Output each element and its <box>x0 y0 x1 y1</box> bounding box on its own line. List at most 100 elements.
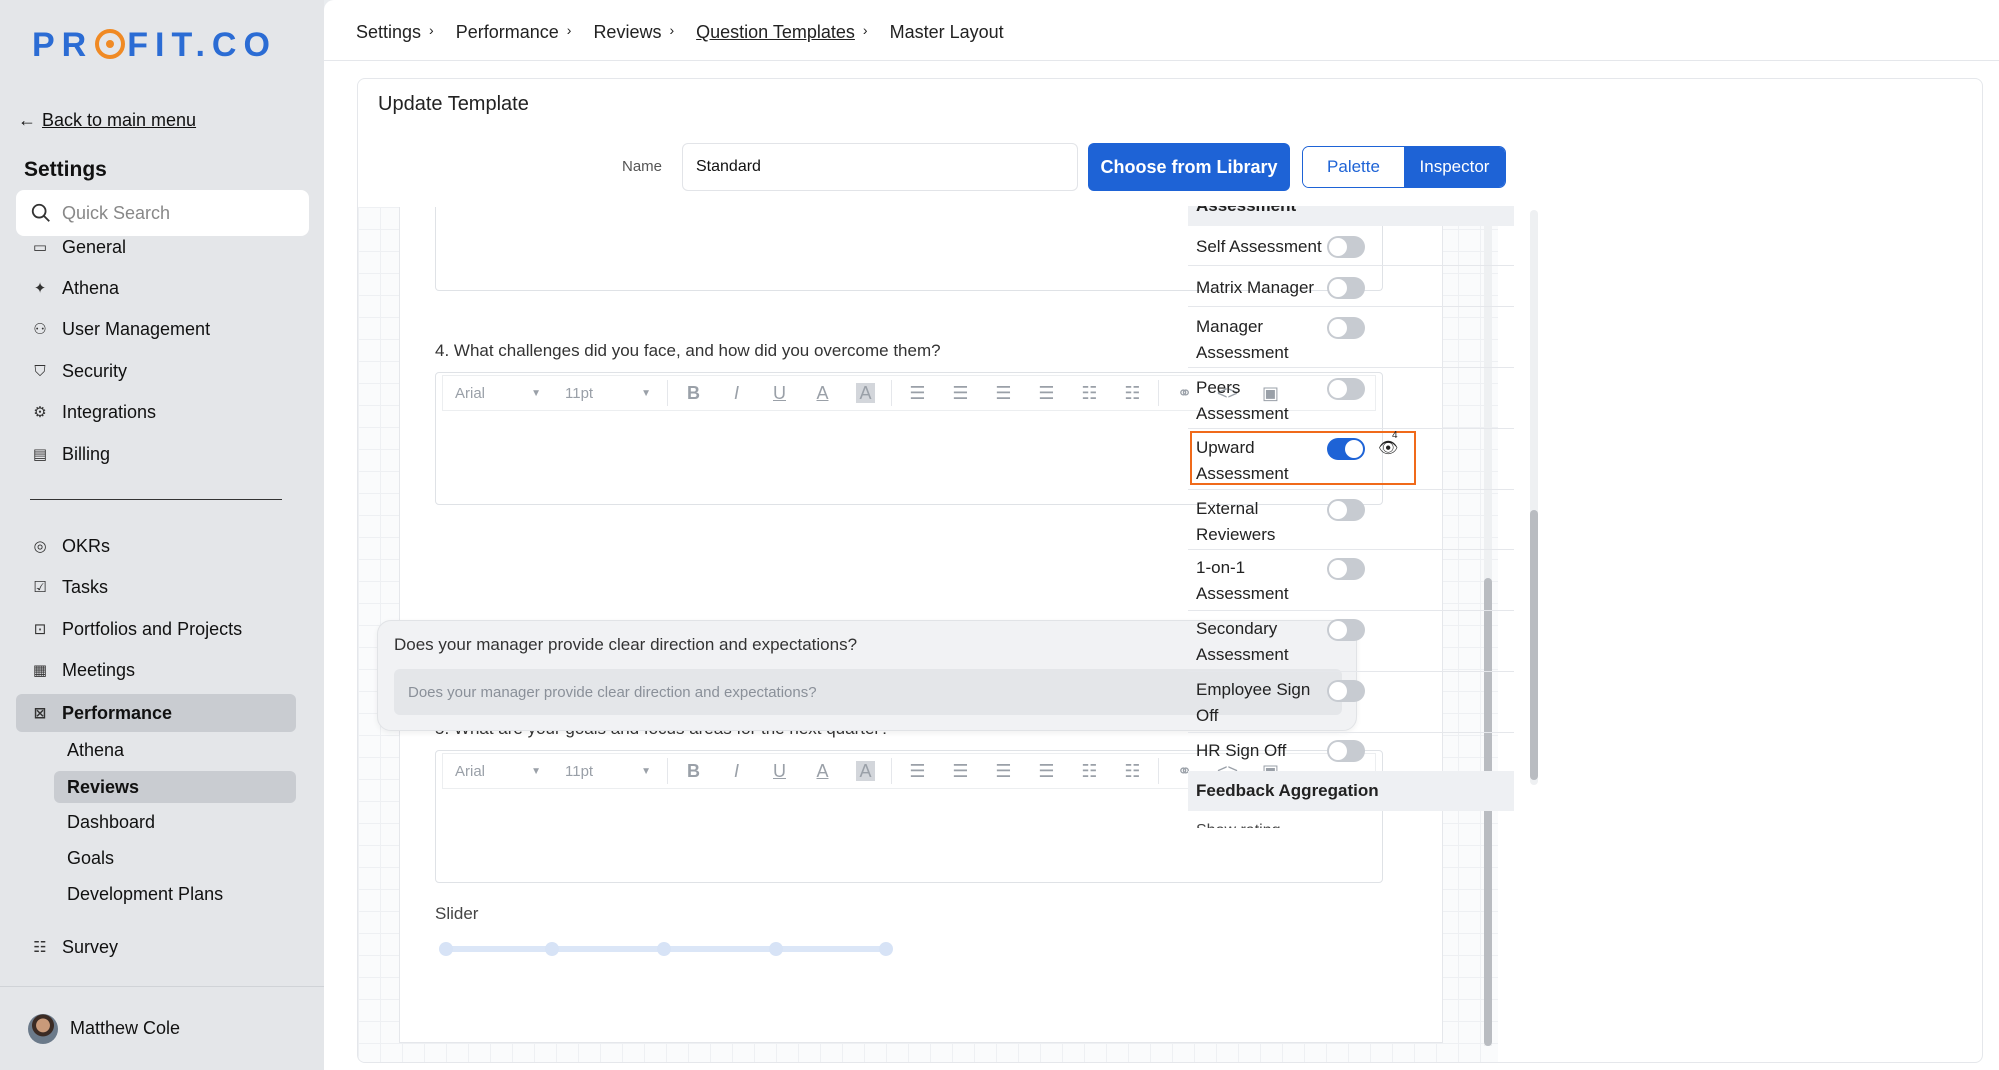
sidebar-item-survey[interactable]: ☷ Survey <box>16 928 296 966</box>
font-family-select[interactable]: Arial ▼ <box>443 385 553 402</box>
slider-step[interactable] <box>879 942 893 956</box>
align-center-icon[interactable]: ☰ <box>939 383 982 404</box>
align-left-icon[interactable]: ☰ <box>896 761 939 782</box>
sidebar-item-user-management[interactable]: ⚇ User Management <box>16 310 296 348</box>
toggle-row-1-on-1-assessment: 1-on-1 Assessment <box>1188 551 1514 611</box>
eye-icon[interactable]: 👁 <box>1378 438 1398 458</box>
breadcrumb-performance[interactable]: Performance <box>456 22 559 43</box>
highlight-color-icon[interactable]: A <box>844 382 887 404</box>
choose-from-library-button[interactable]: Choose from Library <box>1088 143 1290 191</box>
question-4-label: 4. What challenges did you face, and how… <box>435 341 941 360</box>
visibility-count-badge: 4 <box>1392 430 1398 441</box>
sidebar-item-okrs[interactable]: ◎ OKRs <box>16 527 296 565</box>
font-size-select[interactable]: 11pt ▼ <box>553 385 663 402</box>
caret-down-icon: ▼ <box>641 387 651 399</box>
profit-co-logo[interactable]: PR FIT.CO <box>32 26 277 65</box>
briefcase-icon: ⊡ <box>33 621 47 638</box>
sidebar-item-integrations[interactable]: ⚙ Integrations <box>16 393 296 431</box>
update-template-card: Update Template Name Standard Choose fro… <box>357 78 1983 1063</box>
back-to-main-menu-link[interactable]: ← Back to main menu <box>18 110 196 131</box>
breadcrumb-question-templates[interactable]: Question Templates <box>696 22 855 43</box>
sidebar-item-security[interactable]: ⛉ Security <box>16 352 296 390</box>
scrollbar-thumb[interactable] <box>1530 510 1538 780</box>
receipt-icon: ▤ <box>32 446 48 463</box>
arrow-left-icon: ← <box>18 110 36 130</box>
search-icon <box>31 203 50 222</box>
sidebar-subitem-reviews[interactable]: Reviews <box>54 771 296 803</box>
numbered-list-icon[interactable]: ☷ <box>1111 383 1154 404</box>
sidebar-subitem-dashboard[interactable]: Dashboard <box>54 806 296 838</box>
sidebar-item-portfolios-and-projects[interactable]: ⊡ Portfolios and Projects <box>16 610 296 648</box>
sidebar-item-performance[interactable]: ⊠ Performance <box>16 694 296 732</box>
sidebar-item-meetings[interactable]: ▦ Meetings <box>16 651 296 689</box>
sidebar-subitem-development-plans[interactable]: Development Plans <box>54 878 296 910</box>
bold-icon[interactable]: B <box>672 383 715 404</box>
toggle-row-peers-assessment: Peers Assessment <box>1188 369 1514 429</box>
italic-icon[interactable]: I <box>715 761 758 782</box>
align-left-icon[interactable]: ☰ <box>896 383 939 404</box>
header-divider <box>324 60 1999 61</box>
peers-assessment-toggle[interactable] <box>1327 378 1365 400</box>
numbered-list-icon[interactable]: ☷ <box>1111 761 1154 782</box>
slider-step[interactable] <box>545 942 559 956</box>
align-right-icon[interactable]: ☰ <box>982 383 1025 404</box>
tab-inspector[interactable]: Inspector <box>1404 147 1505 187</box>
italic-icon[interactable]: I <box>715 383 758 404</box>
text-color-icon[interactable]: A <box>801 761 844 782</box>
calendar-icon: ▦ <box>32 662 48 679</box>
chevron-right-icon: › <box>429 22 434 38</box>
breadcrumb-reviews[interactable]: Reviews <box>593 22 661 43</box>
chevron-right-icon: › <box>862 22 868 38</box>
slider-step[interactable] <box>439 942 453 956</box>
toolbar-separator <box>667 758 668 784</box>
chevron-right-icon: › <box>566 22 572 38</box>
text-color-icon[interactable]: A <box>801 383 844 404</box>
underline-icon[interactable]: U <box>758 761 801 782</box>
sidebar-subitem-goals[interactable]: Goals <box>54 842 296 874</box>
align-justify-icon[interactable]: ☰ <box>1025 761 1068 782</box>
target-icon: ◎ <box>33 538 47 555</box>
sidebar-item-general[interactable]: ▭ General <box>16 228 296 266</box>
template-name-input[interactable]: Standard <box>682 143 1078 191</box>
sidebar-divider <box>30 499 282 500</box>
external-reviewers-toggle[interactable] <box>1327 499 1365 521</box>
underline-icon[interactable]: U <box>758 383 801 404</box>
align-justify-icon[interactable]: ☰ <box>1025 383 1068 404</box>
employee-sign-off-toggle[interactable] <box>1327 680 1365 702</box>
breadcrumb-settings[interactable]: Settings <box>356 22 421 43</box>
slider-step[interactable] <box>657 942 671 956</box>
toolbar-separator <box>891 758 892 784</box>
toolbar-separator <box>891 380 892 406</box>
toggle-row-hr-sign-off: HR Sign Off <box>1188 734 1514 772</box>
sidebar-item-athena[interactable]: ✦ Athena <box>16 269 296 307</box>
bullet-list-icon[interactable]: ☷ <box>1068 761 1111 782</box>
secondary-assessment-toggle[interactable] <box>1327 619 1365 641</box>
matrix-manager-toggle[interactable] <box>1327 277 1365 299</box>
slider-step[interactable] <box>769 942 783 956</box>
highlight-color-icon[interactable]: A <box>844 760 887 782</box>
inspector-scrollbar[interactable] <box>1530 210 1538 785</box>
chart-icon: ⊠ <box>33 705 47 722</box>
user-profile[interactable]: Matthew Cole <box>0 986 324 1070</box>
toggle-row-self-assessment: Self Assessment <box>1188 226 1514 266</box>
sidebar-item-billing[interactable]: ▤ Billing <box>16 435 296 473</box>
self-assessment-toggle[interactable] <box>1327 236 1365 258</box>
bullet-list-icon[interactable]: ☷ <box>1068 383 1111 404</box>
avatar <box>28 1013 58 1044</box>
truncated-row-label: Show rating <box>1196 822 1396 828</box>
slider-track[interactable] <box>439 942 893 956</box>
toggle-row-employee-sign-off: Employee Sign Off <box>1188 673 1514 733</box>
one-on-one-assessment-toggle[interactable] <box>1327 558 1365 580</box>
align-right-icon[interactable]: ☰ <box>982 761 1025 782</box>
hr-sign-off-toggle[interactable] <box>1327 740 1365 762</box>
align-center-icon[interactable]: ☰ <box>939 761 982 782</box>
toolbar-separator <box>667 380 668 406</box>
font-size-select[interactable]: 11pt ▼ <box>553 763 663 780</box>
feedback-aggregation-header: Feedback Aggregation <box>1188 771 1514 811</box>
manager-assessment-toggle[interactable] <box>1327 317 1365 339</box>
bold-icon[interactable]: B <box>672 761 715 782</box>
sidebar-item-tasks[interactable]: ☑ Tasks <box>16 568 296 606</box>
font-family-select[interactable]: Arial ▼ <box>443 763 553 780</box>
sidebar-subitem-athena[interactable]: Athena <box>54 734 296 766</box>
tab-palette[interactable]: Palette <box>1303 147 1404 187</box>
